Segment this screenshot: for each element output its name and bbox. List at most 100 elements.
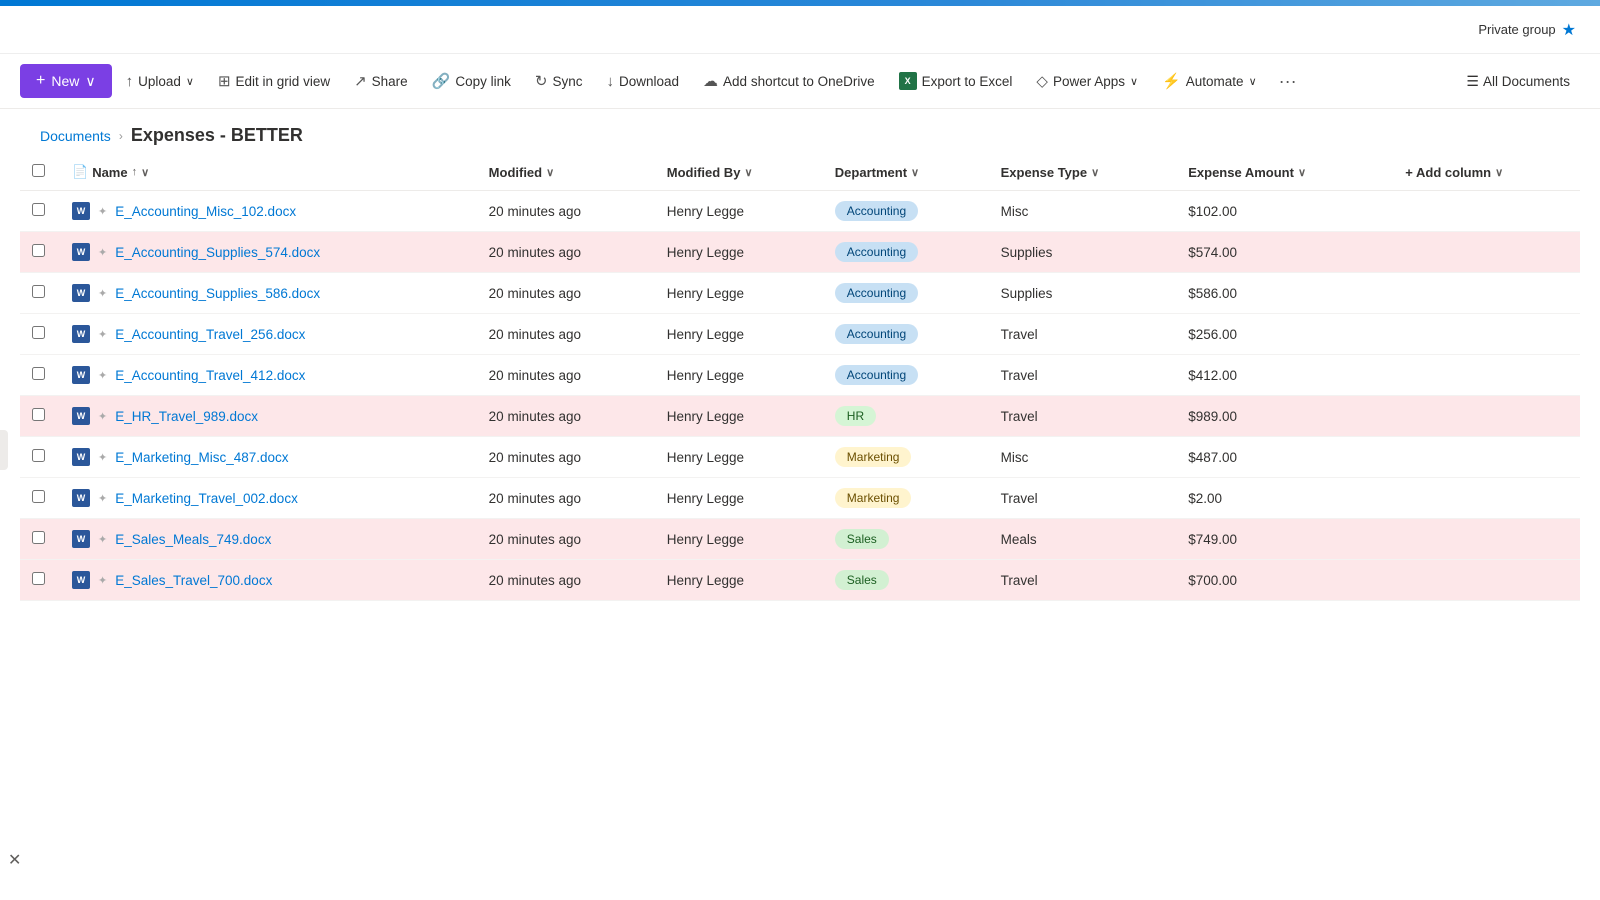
pin-icon: ✦ (98, 369, 107, 382)
row-checkbox[interactable] (32, 367, 45, 380)
table-row[interactable]: W ✦ E_Accounting_Misc_102.docx 20 minute… (20, 191, 1580, 232)
file-link[interactable]: E_Accounting_Supplies_586.docx (115, 286, 320, 301)
col-header-modified-by[interactable]: Modified By ∨ (655, 154, 823, 191)
close-icon[interactable]: ✕ (8, 850, 21, 870)
private-group-label: Private group ★ (1478, 20, 1576, 40)
add-column-label: + Add column (1405, 165, 1491, 180)
word-icon: W (72, 530, 90, 548)
col-header-name[interactable]: 📄 Name ↑ ∨ (60, 154, 477, 191)
left-edge-handle[interactable] (0, 430, 8, 470)
table-row[interactable]: W ✦ E_Sales_Travel_700.docx 20 minutes a… (20, 560, 1580, 601)
modified-filter-icon[interactable]: ∨ (546, 166, 554, 179)
breadcrumb-documents[interactable]: Documents (40, 128, 111, 144)
col-header-modified[interactable]: Modified ∨ (477, 154, 655, 191)
modified-cell: 20 minutes ago (477, 191, 655, 232)
upload-button[interactable]: ↑ Upload ∨ (116, 67, 204, 96)
table-row[interactable]: W ✦ E_Sales_Meals_749.docx 20 minutes ag… (20, 519, 1580, 560)
checkbox-col-header[interactable] (20, 154, 60, 191)
row-checkbox[interactable] (32, 449, 45, 462)
table-row[interactable]: W ✦ E_Marketing_Misc_487.docx 20 minutes… (20, 437, 1580, 478)
department-cell: Sales (823, 519, 989, 560)
grid-icon: ⊞ (218, 72, 231, 90)
file-name-cell: W ✦ E_Sales_Travel_700.docx (60, 560, 477, 601)
row-checkbox[interactable] (32, 572, 45, 585)
pin-icon: ✦ (98, 410, 107, 423)
expense-type-cell: Supplies (989, 232, 1177, 273)
row-checkbox-cell[interactable] (20, 273, 60, 314)
edit-grid-button[interactable]: ⊞ Edit in grid view (208, 66, 340, 96)
row-checkbox[interactable] (32, 285, 45, 298)
sync-icon: ↻ (535, 72, 548, 90)
row-checkbox[interactable] (32, 408, 45, 421)
modified-by-filter-icon[interactable]: ∨ (744, 166, 752, 179)
export-excel-button[interactable]: X Export to Excel (889, 66, 1023, 96)
word-icon: W (72, 325, 90, 343)
all-documents-button[interactable]: ☰ All Documents (1456, 67, 1580, 96)
row-checkbox-cell[interactable] (20, 191, 60, 232)
expense-type-filter-icon[interactable]: ∨ (1091, 166, 1099, 179)
pin-icon: ✦ (98, 246, 107, 259)
expense-amount-col-label: Expense Amount (1188, 165, 1294, 180)
file-link[interactable]: E_Accounting_Supplies_574.docx (115, 245, 320, 260)
upload-label: Upload (138, 74, 181, 89)
new-label: New (51, 73, 79, 89)
file-name-cell: W ✦ E_Marketing_Misc_487.docx (60, 437, 477, 478)
row-checkbox-cell[interactable] (20, 355, 60, 396)
table-row[interactable]: W ✦ E_HR_Travel_989.docx 20 minutes ago … (20, 396, 1580, 437)
row-checkbox[interactable] (32, 326, 45, 339)
word-icon: W (72, 202, 90, 220)
word-icon: W (72, 243, 90, 261)
col-header-department[interactable]: Department ∨ (823, 154, 989, 191)
sync-button[interactable]: ↻ Sync (525, 66, 593, 96)
file-link[interactable]: E_HR_Travel_989.docx (115, 409, 258, 424)
col-header-expense-amount[interactable]: Expense Amount ∨ (1176, 154, 1393, 191)
file-link[interactable]: E_Sales_Meals_749.docx (115, 532, 271, 547)
star-icon[interactable]: ★ (1562, 20, 1576, 40)
table-row[interactable]: W ✦ E_Accounting_Travel_412.docx 20 minu… (20, 355, 1580, 396)
add-shortcut-button[interactable]: ☁ Add shortcut to OneDrive (693, 66, 885, 96)
name-filter-icon[interactable]: ∨ (141, 166, 149, 179)
row-checkbox[interactable] (32, 203, 45, 216)
row-checkbox[interactable] (32, 244, 45, 257)
copy-link-button[interactable]: 🔗 Copy link (422, 66, 521, 96)
table-row[interactable]: W ✦ E_Marketing_Travel_002.docx 20 minut… (20, 478, 1580, 519)
department-filter-icon[interactable]: ∨ (911, 166, 919, 179)
file-link[interactable]: E_Marketing_Misc_487.docx (115, 450, 288, 465)
select-all-checkbox[interactable] (32, 164, 45, 177)
col-header-add-column[interactable]: + Add column ∨ (1393, 154, 1580, 191)
modified-cell: 20 minutes ago (477, 355, 655, 396)
new-button[interactable]: + New ∨ (20, 64, 112, 98)
file-link[interactable]: E_Sales_Travel_700.docx (115, 573, 272, 588)
file-link[interactable]: E_Marketing_Travel_002.docx (115, 491, 298, 506)
row-checkbox-cell[interactable] (20, 314, 60, 355)
row-checkbox[interactable] (32, 531, 45, 544)
expense-amount-filter-icon[interactable]: ∨ (1298, 166, 1306, 179)
power-apps-button[interactable]: ◇ Power Apps ∨ (1026, 66, 1148, 96)
modified-by-cell: Henry Legge (655, 519, 823, 560)
table-row[interactable]: W ✦ E_Accounting_Supplies_586.docx 20 mi… (20, 273, 1580, 314)
table-row[interactable]: W ✦ E_Accounting_Travel_256.docx 20 minu… (20, 314, 1580, 355)
row-checkbox-cell[interactable] (20, 519, 60, 560)
modified-by-cell: Henry Legge (655, 396, 823, 437)
row-checkbox-cell[interactable] (20, 396, 60, 437)
export-excel-label: Export to Excel (922, 74, 1013, 89)
department-badge: Marketing (835, 488, 912, 508)
row-checkbox-cell[interactable] (20, 560, 60, 601)
automate-button[interactable]: ⚡ Automate ∨ (1152, 66, 1267, 96)
file-link[interactable]: E_Accounting_Travel_256.docx (115, 327, 305, 342)
add-column-filter-icon[interactable]: ∨ (1495, 166, 1503, 179)
download-button[interactable]: ↓ Download (597, 67, 690, 96)
row-checkbox-cell[interactable] (20, 478, 60, 519)
more-button[interactable]: ··· (1271, 65, 1305, 98)
row-checkbox-cell[interactable] (20, 437, 60, 478)
file-link[interactable]: E_Accounting_Travel_412.docx (115, 368, 305, 383)
file-name-cell: W ✦ E_Accounting_Misc_102.docx (60, 191, 477, 232)
col-header-expense-type[interactable]: Expense Type ∨ (989, 154, 1177, 191)
row-checkbox-cell[interactable] (20, 232, 60, 273)
table-row[interactable]: W ✦ E_Accounting_Supplies_574.docx 20 mi… (20, 232, 1580, 273)
modified-by-cell: Henry Legge (655, 273, 823, 314)
share-button[interactable]: ↗ Share (344, 66, 418, 96)
row-checkbox[interactable] (32, 490, 45, 503)
modified-by-cell: Henry Legge (655, 560, 823, 601)
file-link[interactable]: E_Accounting_Misc_102.docx (115, 204, 296, 219)
